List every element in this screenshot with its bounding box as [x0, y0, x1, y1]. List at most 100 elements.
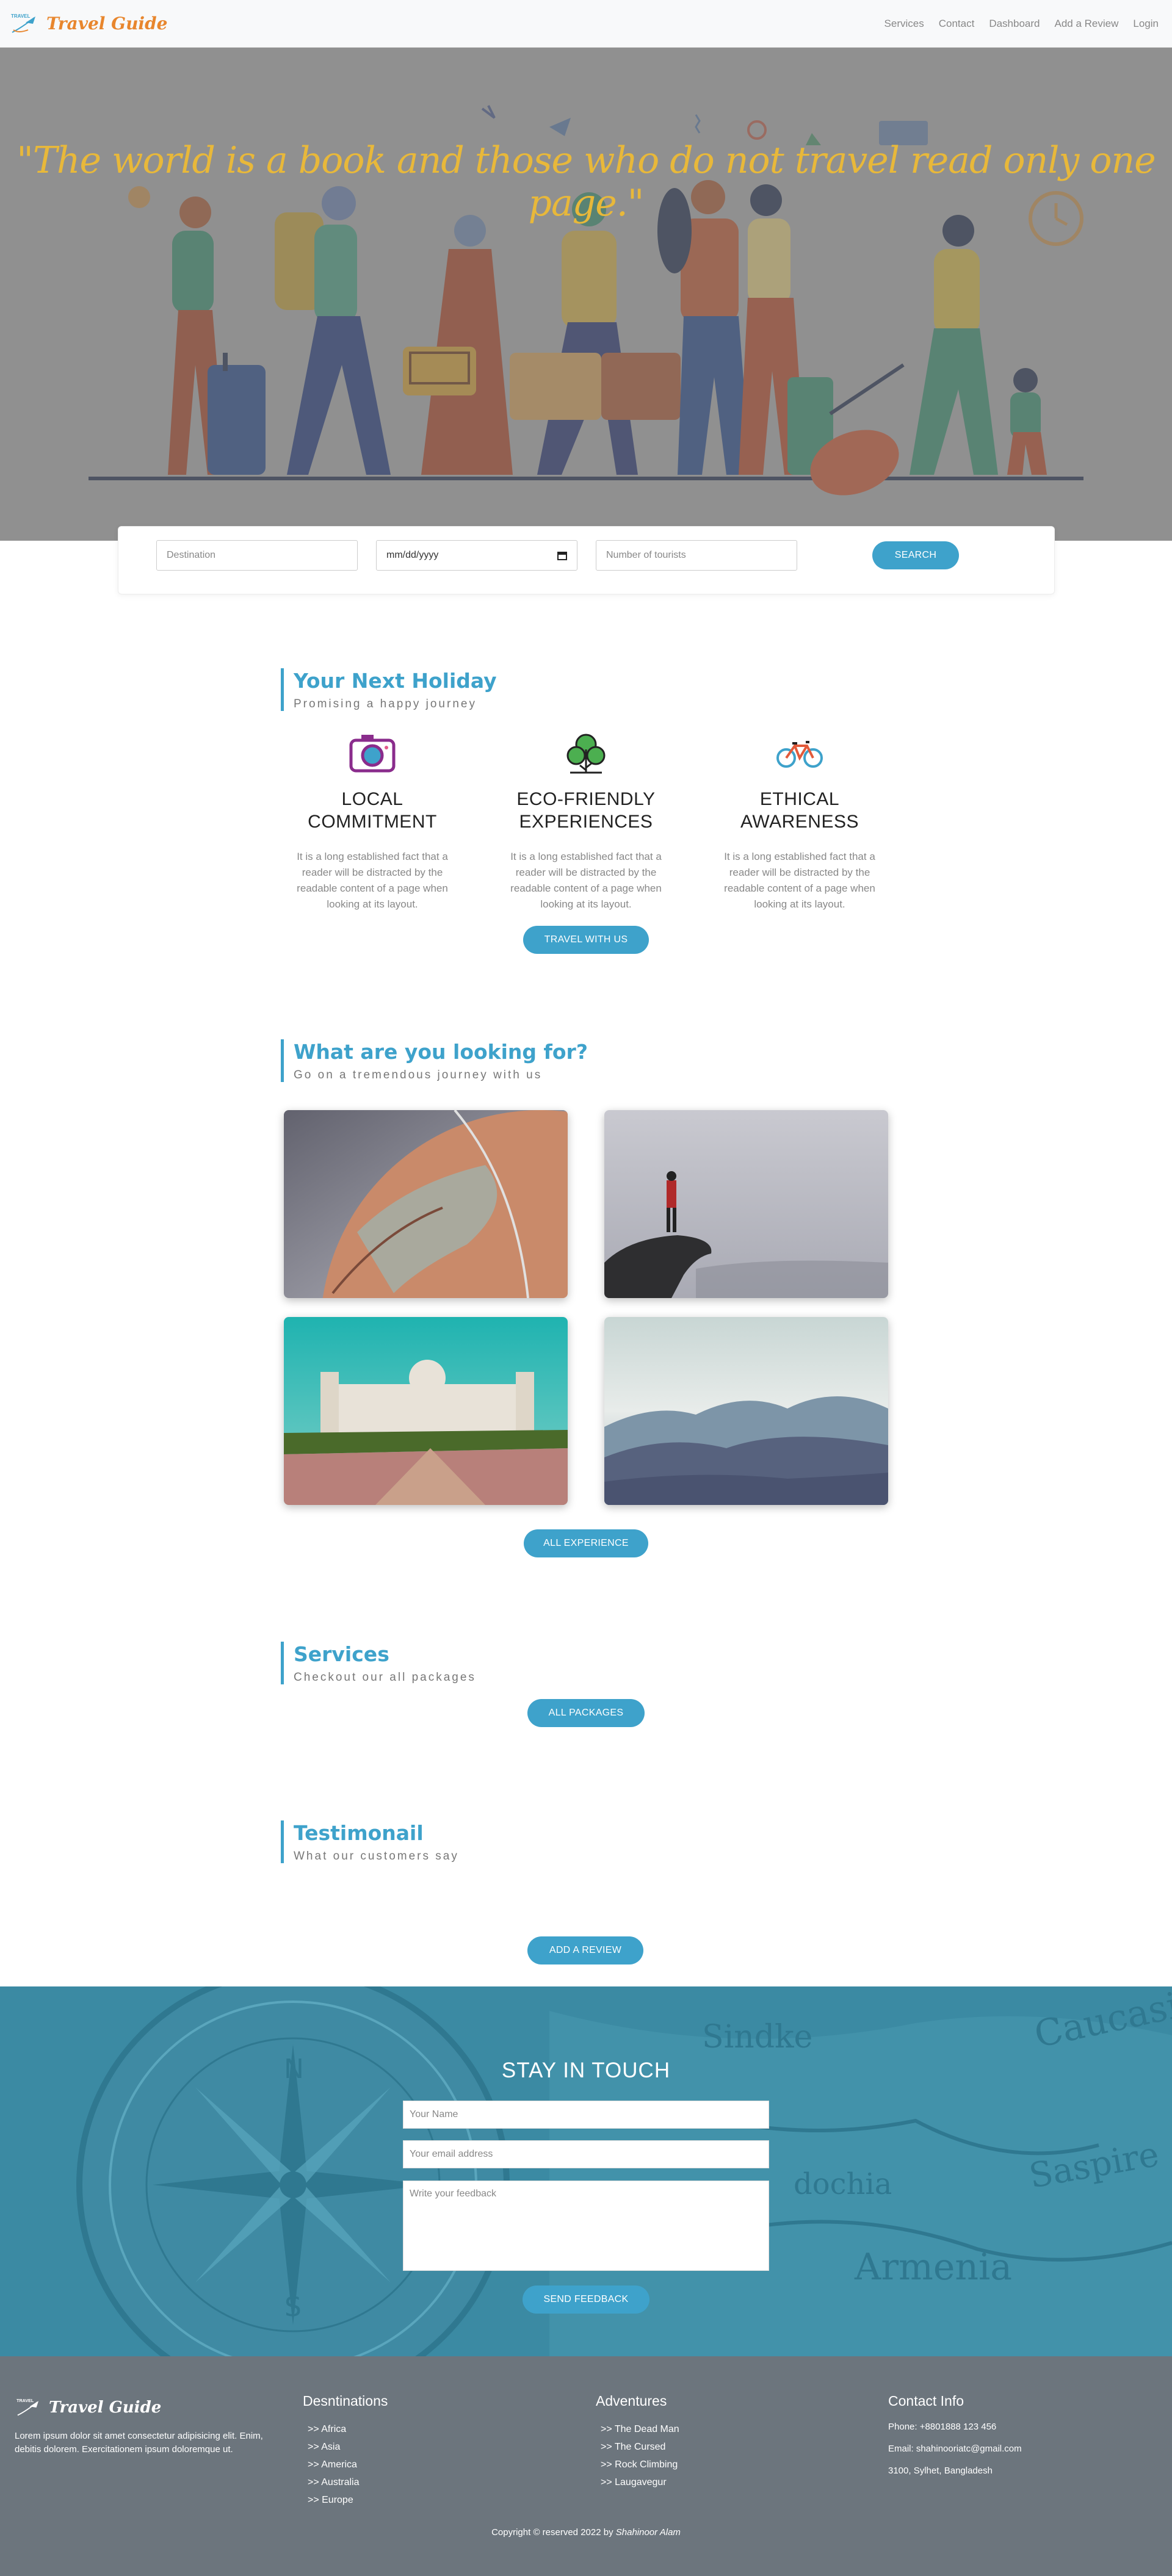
experience-card-mountains[interactable] — [604, 1317, 888, 1505]
all-experience-button[interactable]: ALL EXPERIENCE — [524, 1529, 648, 1557]
contact-email[interactable]: Email: shahinooriatc@gmail.com — [888, 2442, 1022, 2456]
name-input[interactable]: Your Name — [403, 2101, 769, 2129]
svg-text:TRAVEL: TRAVEL — [16, 2398, 34, 2403]
destination-input[interactable]: Destination — [156, 540, 358, 571]
holiday-subtitle: Promising a happy journey — [294, 698, 477, 710]
holiday-header: Your Next Holiday Promising a happy jour… — [281, 668, 497, 711]
feedback-textarea[interactable]: Write your feedback — [403, 2181, 769, 2271]
nav-link-services[interactable]: Services — [884, 18, 924, 30]
destination-link[interactable]: >> Africa — [308, 2420, 388, 2438]
experience-card-palace[interactable] — [284, 1317, 568, 1505]
testimonial-subtitle: What our customers say — [294, 1850, 459, 1863]
travelers-illustration — [0, 48, 1172, 541]
tourists-input[interactable]: Number of tourists — [596, 540, 797, 571]
airplane-logo-icon: TRAVEL — [16, 2398, 39, 2416]
contact-phone: Phone: +8801888 123 456 — [888, 2422, 997, 2432]
feature-local-commitment: LOCAL COMMITMENT It is a long established… — [281, 731, 464, 912]
hero-banner: "The world is a book and those who do no… — [0, 48, 1172, 541]
destination-link[interactable]: >> Europe — [308, 2491, 388, 2509]
services-title: Services — [294, 1642, 389, 1666]
calendar-icon[interactable] — [557, 550, 567, 560]
looking-header: What are you looking for? Go on a tremen… — [281, 1039, 588, 1082]
services-header: Services Checkout our all packages — [281, 1642, 476, 1684]
contact-address: 3100, Sylhet, Bangladesh — [888, 2466, 993, 2476]
bicycle-icon — [776, 741, 823, 768]
feature-title: ETHICAL AWARENESS — [740, 789, 859, 832]
adventure-link[interactable]: >> Rock Climbing — [601, 2456, 679, 2473]
footer-about: TRAVEL Travel Guide Lorem ipsum dolor si… — [15, 2397, 271, 2456]
experience-card-globe[interactable] — [284, 1110, 568, 1298]
testimonial-header: Testimonail What our customers say — [281, 1820, 459, 1863]
airplane-logo-icon: TRAVEL — [11, 13, 35, 33]
footer-adventures: Adventures >> The Dead Man >> The Cursed… — [596, 2393, 679, 2491]
holiday-title: Your Next Holiday — [294, 669, 497, 693]
nav-links: Services Contact Dashboard Add a Review … — [884, 18, 1159, 30]
adventure-link[interactable]: >> The Cursed — [601, 2438, 679, 2456]
adventure-link[interactable]: >> Laugavegur — [601, 2473, 679, 2491]
email-input[interactable]: Your email address — [403, 2140, 769, 2168]
brand-name: Travel Guide — [46, 13, 168, 34]
experience-card-hiker[interactable] — [604, 1110, 888, 1298]
search-form: Destination mm/dd/yyyy Number of tourist… — [118, 526, 1055, 594]
date-placeholder: mm/dd/yyyy — [386, 550, 439, 560]
feature-ethical-awareness: ETHICAL AWARENESS It is a long establishe… — [708, 731, 891, 912]
footer: TRAVEL Travel Guide Lorem ipsum dolor si… — [0, 2356, 1172, 2576]
misty-mountains-image — [604, 1317, 888, 1505]
adventures-heading: Adventures — [596, 2393, 667, 2409]
destination-link[interactable]: >> America — [308, 2456, 388, 2473]
svg-text:Sindke: Sindke — [702, 2019, 812, 2055]
copyright-author: Shahinoor Alam — [615, 2527, 681, 2538]
feature-text: It is a long established fact that a rea… — [297, 851, 448, 910]
destination-link[interactable]: >> Asia — [308, 2438, 388, 2456]
looking-title: What are you looking for? — [294, 1040, 588, 1064]
add-review-button[interactable]: ADD A REVIEW — [527, 1936, 643, 1964]
looking-subtitle: Go on a tremendous journey with us — [294, 1069, 543, 1081]
footer-contact: Contact Info Phone: +8801888 123 456 Ema… — [888, 2393, 1022, 2478]
send-feedback-button[interactable]: SEND FEEDBACK — [523, 2286, 649, 2314]
feature-text: It is a long established fact that a rea… — [510, 851, 662, 910]
feature-title: ECO-FRIENDLY EXPERIENCES — [516, 789, 656, 832]
navbar: TRAVEL Travel Guide Services Contact Das… — [0, 0, 1172, 48]
travel-with-us-button[interactable]: TRAVEL WITH US — [523, 926, 649, 954]
svg-text:dochia: dochia — [794, 2167, 892, 2201]
name-placeholder: Your Name — [410, 2109, 458, 2120]
svg-text:S: S — [284, 2292, 302, 2323]
nav-link-dashboard[interactable]: Dashboard — [989, 18, 1040, 30]
footer-brand[interactable]: TRAVEL Travel Guide — [15, 2397, 271, 2419]
svg-text:TRAVEL: TRAVEL — [11, 13, 31, 19]
nav-link-add-review[interactable]: Add a Review — [1055, 18, 1119, 30]
brand[interactable]: TRAVEL Travel Guide — [10, 12, 167, 36]
tourists-placeholder: Number of tourists — [606, 550, 686, 560]
footer-brand-name: Travel Guide — [49, 2398, 162, 2417]
testimonial-title: Testimonail — [294, 1821, 424, 1845]
adventure-link[interactable]: >> The Dead Man — [601, 2420, 679, 2438]
destinations-heading: Desntinations — [303, 2393, 388, 2409]
tree-icon — [566, 734, 606, 774]
footer-destinations: Desntinations >> Africa >> Asia >> Ameri… — [303, 2393, 388, 2509]
destination-placeholder: Destination — [167, 550, 216, 560]
stay-in-touch-title: STAY IN TOUCH — [501, 2058, 671, 2082]
services-subtitle: Checkout our all packages — [294, 1671, 476, 1684]
destination-link[interactable]: >> Australia — [308, 2473, 388, 2491]
palace-image — [284, 1317, 568, 1505]
all-packages-button[interactable]: ALL PACKAGES — [527, 1699, 645, 1727]
copyright-text: Copyright © reserved 2022 by — [491, 2527, 616, 2538]
date-input[interactable]: mm/dd/yyyy — [376, 540, 577, 571]
camera-icon — [349, 735, 396, 773]
feature-text: It is a long established fact that a rea… — [724, 851, 875, 910]
contact-heading: Contact Info — [888, 2393, 964, 2409]
copyright: Copyright © reserved 2022 by Shahinoor A… — [0, 2527, 1172, 2538]
nav-link-contact[interactable]: Contact — [939, 18, 975, 30]
nav-link-login[interactable]: Login — [1133, 18, 1159, 30]
feature-title: LOCAL COMMITMENT — [308, 789, 437, 832]
globe-image — [284, 1110, 568, 1298]
hero-quote: "The world is a book and those who do no… — [16, 139, 1156, 225]
hiker-on-cliff-image — [604, 1110, 888, 1298]
svg-text:Armenia: Armenia — [854, 2246, 1012, 2289]
email-placeholder: Your email address — [410, 2149, 493, 2159]
feedback-placeholder: Write your feedback — [410, 2188, 496, 2199]
stay-in-touch-section: Caucasian Armenia Sindke dochia Saspire … — [0, 1986, 1172, 2356]
feature-eco-friendly: ECO-FRIENDLY EXPERIENCES It is a long est… — [494, 731, 678, 912]
footer-about-text: Lorem ipsum dolor sit amet consectetur a… — [15, 2431, 263, 2455]
search-button[interactable]: SEARCH — [872, 541, 959, 569]
